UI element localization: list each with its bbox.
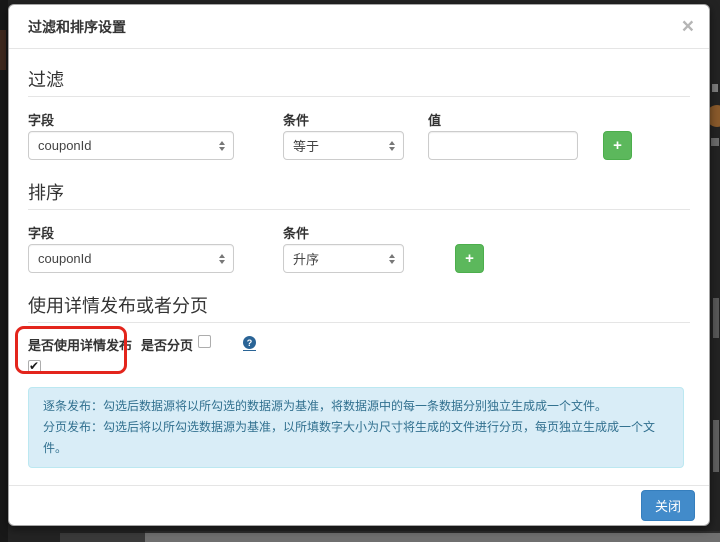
modal-header: 过滤和排序设置 × [9, 5, 709, 49]
backdrop-text-fragment [713, 298, 719, 338]
plus-icon: + [613, 137, 622, 154]
filter-condition-selected-value: 等于 [293, 139, 320, 154]
sort-condition-selected-value: 升序 [293, 252, 320, 267]
detail-publish-label: 是否使用详情发布 [28, 338, 133, 353]
filter-field-label: 字段 [28, 113, 55, 128]
plus-icon: + [465, 250, 474, 267]
close-button[interactable]: 关闭 [640, 490, 695, 521]
info-line-1: 逐条发布：勾选后数据源将以所勾选的数据源为基准，将数据源中的每一条数据分别独立生… [43, 399, 608, 413]
backdrop-table-fragment [60, 533, 145, 542]
select-stepper-icon [219, 253, 225, 264]
filter-sort-settings-modal: 过滤和排序设置 × 过滤 字段 couponId 条件 等于 值 + 排序 字段… [8, 4, 710, 526]
filter-value-label: 值 [428, 113, 442, 128]
publish-options-row: 是否使用详情发布 是否分页 ? [15, 326, 690, 374]
filter-value-input[interactable] [428, 131, 578, 160]
filter-add-button[interactable]: + [603, 131, 632, 160]
backdrop-text-fragment [713, 420, 719, 472]
detail-publish-checkbox[interactable] [28, 359, 41, 373]
close-icon[interactable]: × [682, 16, 694, 37]
sort-field-label: 字段 [28, 226, 55, 241]
filter-field-selected-value: couponId [38, 138, 92, 153]
paging-label: 是否分页 [141, 338, 194, 353]
select-stepper-icon [389, 140, 395, 151]
sort-row: 字段 couponId 条件 升序 + [28, 223, 690, 273]
sort-section-heading: 排序 [28, 182, 690, 210]
info-alert: 逐条发布：勾选后数据源将以所勾选的数据源为基准，将数据源中的每一条数据分别独立生… [28, 387, 684, 468]
info-line-2: 分页发布：勾选后将以所勾选数据源为基准，以所填数字大小为尺寸将生成的文件进行分页… [43, 420, 656, 455]
sort-add-button[interactable]: + [455, 244, 484, 273]
select-stepper-icon [389, 253, 395, 264]
modal-title: 过滤和排序设置 [28, 18, 126, 35]
modal-footer: 关闭 [9, 485, 709, 525]
sort-field-select[interactable]: couponId [28, 244, 234, 273]
backdrop-text-fragment [712, 84, 718, 92]
filter-field-select[interactable]: couponId [28, 131, 234, 160]
publish-section-heading: 使用详情发布或者分页 [28, 295, 690, 323]
sort-condition-select[interactable]: 升序 [283, 244, 404, 273]
filter-condition-label: 条件 [283, 113, 310, 128]
select-stepper-icon [219, 140, 225, 151]
backdrop-text-fragment [711, 138, 719, 146]
sort-condition-label: 条件 [283, 226, 310, 241]
backdrop-left-accent-fragment [0, 30, 6, 70]
modal-body: 过滤 字段 couponId 条件 等于 值 + 排序 字段 couponId … [9, 49, 709, 485]
paging-group: 是否分页 [141, 335, 212, 353]
help-link[interactable]: ? [243, 336, 257, 351]
detail-publish-group: 是否使用详情发布 [15, 326, 141, 374]
backdrop-left-fragment [0, 0, 8, 542]
filter-section-heading: 过滤 [28, 69, 690, 97]
filter-row: 字段 couponId 条件 等于 值 + [28, 110, 690, 160]
paging-checkbox[interactable] [198, 335, 212, 348]
backdrop-table-fragment [145, 531, 720, 542]
sort-field-selected-value: couponId [38, 251, 92, 266]
help-icon: ? [243, 336, 257, 349]
filter-condition-select[interactable]: 等于 [283, 131, 404, 160]
